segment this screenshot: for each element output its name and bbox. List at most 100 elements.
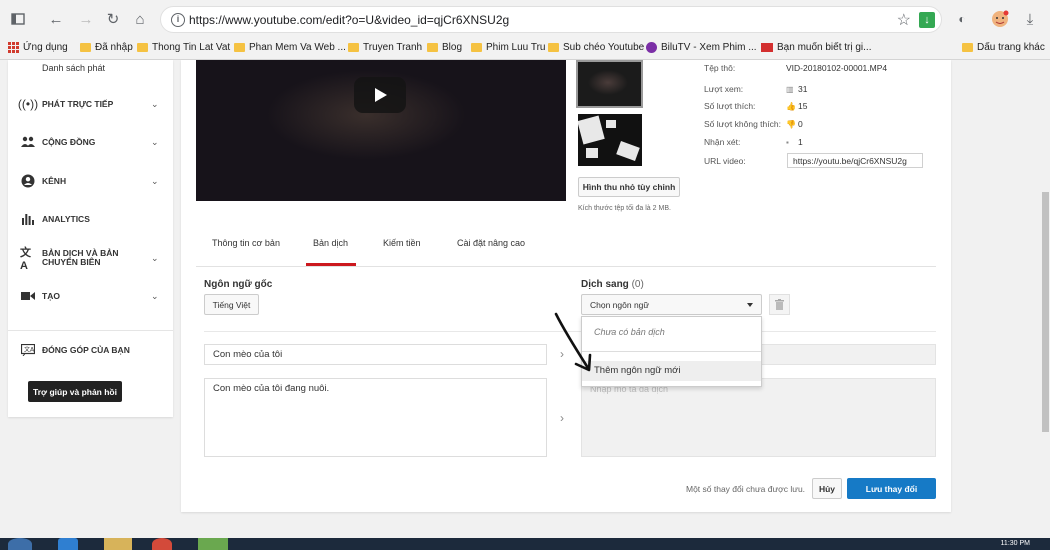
bookmark-other[interactable]: Dấu trang khác <box>962 42 1045 53</box>
meta-label: Lượt xem: <box>704 84 744 94</box>
meta-comments: Nhận xét: ▪ 1 <box>704 137 803 147</box>
views-chart-icon: ▥ <box>786 84 794 94</box>
sidebar-item-contributions[interactable]: 文A ĐÓNG GÓP CỦA BẠN <box>8 340 173 360</box>
sidebar: Danh sách phát ((•)) PHÁT TRỰC TIẾP ⌄ CỘ… <box>8 60 173 417</box>
sidebar-item-create[interactable]: TẠO ⌄ <box>8 286 173 306</box>
bookmark-label: Phim Luu Tru <box>486 42 546 53</box>
sidebar-item-label: BẢN DỊCH VÀ BẢN CHUYỂN BIÊN <box>42 248 119 267</box>
meta-file: Tệp thô: VID-20180102-00001.MP4 <box>704 63 887 73</box>
language-select-text: Chọn ngôn ngữ <box>590 300 650 310</box>
sidebar-divider <box>8 330 173 331</box>
tab-translation[interactable]: Bản dịch <box>313 238 348 248</box>
play-button-icon[interactable] <box>354 77 406 113</box>
scrollbar-thumb[interactable] <box>1042 192 1049 432</box>
flag-icon <box>761 43 773 52</box>
bookmark-label: Truyen Tranh <box>363 42 423 53</box>
original-title-field[interactable]: Con mèo của tôi <box>204 344 547 365</box>
address-bar[interactable]: i https://www.youtube.com/edit?o=U&video… <box>160 6 942 33</box>
window-icon[interactable] <box>8 9 28 29</box>
bookmark-item[interactable]: Truyen Tranh <box>348 42 422 53</box>
bookmark-item[interactable]: Thong Tin Lat Vat <box>137 42 230 53</box>
bookmark-item[interactable]: Phim Luu Tru <box>471 42 545 53</box>
chrome-icon[interactable] <box>152 538 172 550</box>
custom-thumbnail-button[interactable]: Hình thu nhỏ tùy chỉnh <box>578 177 680 197</box>
sidebar-item-live[interactable]: ((•)) PHÁT TRỰC TIẾP ⌄ <box>8 94 173 114</box>
sidebar-item-analytics[interactable]: ANALYTICS <box>8 209 173 229</box>
cancel-button[interactable]: Hủy <box>812 478 842 499</box>
download-extension-icon[interactable]: ↓ <box>919 12 935 28</box>
original-description-field[interactable]: Con mèo của tôi đang nuôi. <box>204 378 547 457</box>
back-icon[interactable]: ← <box>46 9 66 29</box>
svg-text:文A: 文A <box>24 346 35 354</box>
extension-icon[interactable]: ◐ <box>952 9 972 29</box>
bookmark-item[interactable]: Blog <box>427 42 462 53</box>
ie-icon[interactable] <box>58 538 78 550</box>
reload-icon[interactable]: ↻ <box>103 9 123 29</box>
tab-advanced-settings[interactable]: Cài đặt nâng cao <box>457 238 525 248</box>
video-player[interactable] <box>196 60 566 201</box>
sidebar-item-label: ANALYTICS <box>42 213 90 224</box>
site-info-icon[interactable]: i <box>171 13 185 27</box>
sidebar-item-community[interactable]: CỘNG ĐỒNG ⌄ <box>8 132 173 152</box>
language-select[interactable]: Chọn ngôn ngữ <box>581 294 762 315</box>
downloads-icon[interactable]: ⤓ <box>1020 9 1040 29</box>
sidebar-item-label: PHÁT TRỰC TIẾP <box>42 98 114 109</box>
sidebar-playlists[interactable]: Danh sách phát <box>42 63 105 73</box>
chevron-right-icon: › <box>560 411 564 425</box>
folder-icon <box>234 43 245 52</box>
translate-icon: 文A <box>20 247 31 272</box>
community-icon <box>20 134 36 150</box>
bookmark-item[interactable]: BiluTV - Xem Phim ... <box>646 42 757 53</box>
thumbnail-option-selected[interactable] <box>576 60 643 108</box>
meta-label: Nhận xét: <box>704 137 741 147</box>
thumbnail-size-note: Kích thước tệp tối đa là 2 MB. <box>578 205 671 212</box>
bookmark-star-icon[interactable]: ☆ <box>897 10 911 30</box>
meta-label: Tệp thô: <box>704 63 736 73</box>
meta-value: VID-20180102-00001.MP4 <box>786 63 888 73</box>
profile-avatar-icon[interactable] <box>990 9 1010 29</box>
bookmark-item[interactable]: Bạn muốn biết trị gi... <box>761 42 872 53</box>
help-feedback-button[interactable]: Trợ giúp và phản hồi <box>28 381 122 402</box>
tab-basic-info[interactable]: Thông tin cơ bản <box>212 238 280 248</box>
taskbar-clock: 11:30 PM <box>1000 540 1030 547</box>
explorer-icon[interactable] <box>104 538 132 550</box>
meta-url: URL video: <box>704 156 786 166</box>
meta-value: 0 <box>798 119 803 129</box>
bookmark-item[interactable]: Sub chéo Youtube <box>548 42 644 53</box>
video-editor-card: Hình thu nhỏ tùy chỉnh Kích thước tệp tố… <box>181 60 951 512</box>
original-language-label: Ngôn ngữ gốc <box>204 279 273 290</box>
bookmark-apps[interactable]: Ứng dụng <box>8 42 68 53</box>
meta-label: URL video: <box>704 156 746 166</box>
start-button-icon[interactable] <box>8 538 32 550</box>
trash-glyph-icon <box>775 299 784 310</box>
thumbnail-option[interactable] <box>578 114 642 166</box>
chevron-down-icon: ⌄ <box>151 252 159 263</box>
bookmark-label: Thong Tin Lat Vat <box>152 42 231 53</box>
trash-icon[interactable] <box>769 294 790 315</box>
analytics-icon <box>20 211 36 227</box>
tab-monetization[interactable]: Kiếm tiền <box>383 238 421 248</box>
bookmark-label: Bạn muốn biết trị gi... <box>777 42 872 53</box>
bookmark-item[interactable]: Phan Mem Va Web ... <box>234 42 346 53</box>
sidebar-item-channel[interactable]: KÊNH ⌄ <box>8 171 173 191</box>
home-icon[interactable]: ⌂ <box>130 9 150 29</box>
translate-to-text: Dịch sang <box>581 279 629 290</box>
chevron-down-icon: ⌄ <box>151 98 159 109</box>
save-changes-button[interactable]: Lưu thay đổi <box>847 478 936 499</box>
chevron-down-icon: ⌄ <box>151 136 159 147</box>
video-url-field[interactable]: https://youtu.be/qjCr6XNSU2g <box>787 153 923 168</box>
apps-grid-icon <box>8 42 19 53</box>
translation-count: (0) <box>631 279 644 290</box>
bookmark-item[interactable]: Đã nhập <box>80 42 133 53</box>
avatar-face-icon <box>992 10 1009 27</box>
translated-description-field[interactable]: Nhập mô tả đã dịch <box>581 378 936 457</box>
sidebar-item-translations[interactable]: 文A BẢN DỊCH VÀ BẢN CHUYỂN BIÊN ⌄ <box>8 247 173 272</box>
original-language-button[interactable]: Tiếng Việt <box>204 294 259 315</box>
add-language-item[interactable]: Thêm ngôn ngữ mới <box>582 361 761 381</box>
forward-icon[interactable]: → <box>76 9 96 29</box>
thumbs-up-icon: 👍 <box>786 101 796 111</box>
window-glyph-icon <box>11 13 25 25</box>
app-icon[interactable] <box>198 538 228 550</box>
page-scrollbar[interactable] <box>1040 60 1050 538</box>
language-dropdown-menu: Chưa có bản dịch Thêm ngôn ngữ mới <box>581 316 762 387</box>
